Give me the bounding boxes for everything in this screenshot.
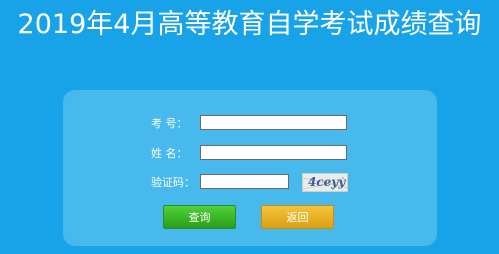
captcha-input[interactable] [200, 174, 289, 189]
name-input[interactable] [200, 145, 347, 160]
name-label: 姓 名： [151, 147, 188, 160]
query-button[interactable]: 查询 [163, 205, 236, 229]
login-panel: 考 号： 姓 名： 验证码： 4ceyy 查询 返回 [63, 90, 437, 246]
captcha-label: 验证码： [151, 176, 195, 189]
exam-number-input[interactable] [200, 115, 347, 130]
captcha-text: 4ceyy [308, 175, 346, 189]
exam-number-label: 考 号： [151, 117, 188, 130]
back-button[interactable]: 返回 [261, 205, 334, 229]
page-title: 2019年4月高等教育自学考试成绩查询 [17, 9, 482, 40]
captcha-image[interactable]: 4ceyy [302, 173, 348, 192]
